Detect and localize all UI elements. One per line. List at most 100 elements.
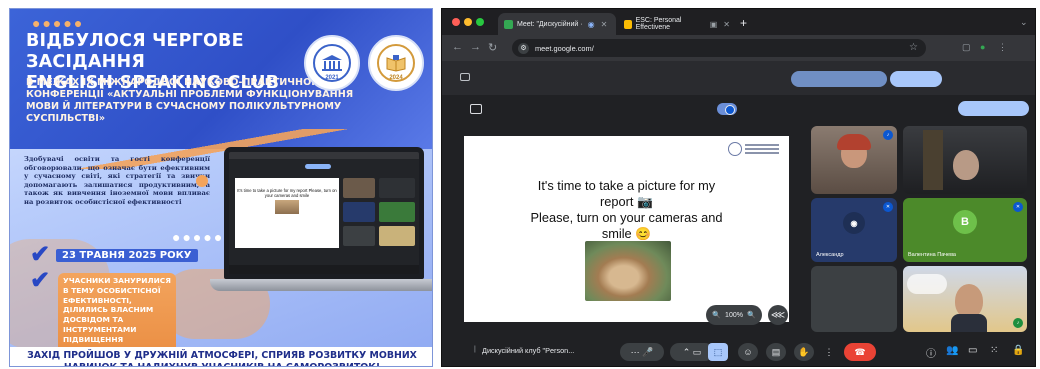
browser-toolbar: ← → ↻ ⚙ meet.google.com/ ☆ ▢ ● ⋮: [442, 35, 1035, 61]
people-icon[interactable]: 👥: [946, 345, 958, 356]
laptop-screen: It's time to take a picture for my repor…: [229, 152, 419, 274]
present-icon: ⬚: [713, 346, 723, 357]
result-row: ✔ УЧАСНИКИ ЗАНУРИЛИСЯ В ТЕМУ ОСОБИСТІСНО…: [30, 267, 176, 358]
participant-tile[interactable]: ♪: [811, 126, 897, 194]
panel-icon[interactable]: [460, 73, 470, 81]
zoom-in-icon[interactable]: 🔍: [747, 311, 756, 319]
presentation-icon[interactable]: [470, 104, 482, 114]
hangup-icon: ☎: [854, 346, 866, 357]
shared-slide: It's time to take a picture for my repor…: [464, 136, 789, 322]
tab-label: ESC: Personal Effectivene: [635, 17, 682, 31]
poster-subtitle: В МЕЖАХ ІХ МІЖНАРОДНОЇ НАУКОВО-ПРАКТИЧНО…: [26, 77, 354, 124]
emoji-icon: ☺: [743, 347, 753, 357]
club-seal-logo: 2024: [368, 35, 424, 91]
hand-icon: ✋: [798, 346, 810, 357]
mic-icon: ♪: [883, 130, 893, 140]
laptop-base: [210, 279, 432, 291]
presentation-action-button[interactable]: [958, 101, 1029, 116]
url-text: meet.google.com/: [535, 43, 594, 53]
tab-label: Meet: "Дискусійний ·: [517, 20, 583, 28]
chat-icon[interactable]: ▭: [968, 345, 977, 356]
close-window-button[interactable]: [452, 18, 460, 26]
raise-hand-button[interactable]: ✋: [794, 343, 814, 361]
profile-icon[interactable]: ●: [980, 42, 985, 52]
emblem-icon: [728, 142, 742, 156]
camera-icon: ▭: [692, 346, 702, 357]
seal-year: 2021: [325, 75, 339, 81]
extension-icon[interactable]: ▢: [962, 42, 971, 53]
date-row: ✔ 23 ТРАВНЯ 2025 РОКУ: [30, 241, 198, 268]
meet-top-bar: [442, 61, 1035, 95]
meet-controls: | Дискусійний клуб "Person... ⋯ 🎤 ⌃ ▭ ⬚ …: [442, 334, 1035, 366]
site-info-icon[interactable]: ⚙: [518, 42, 529, 54]
tab-meet[interactable]: Meet: "Дискусійний · ◉ ✕: [498, 13, 616, 35]
poster: ●●●●● ВІДБУЛОСЯ ЧЕРГОВЕ ЗАСІДАННЯ ENGLIS…: [9, 8, 433, 367]
participant-tile-empty: [811, 266, 897, 332]
maximize-window-button[interactable]: [476, 18, 484, 26]
chevron-up-icon: ⌃: [682, 346, 691, 357]
participant-tile[interactable]: [903, 126, 1027, 194]
decor-dot: [196, 175, 208, 187]
address-bar[interactable]: ⚙ meet.google.com/ ☆: [512, 39, 926, 57]
book-icon: [386, 55, 406, 72]
presentation-header: [464, 101, 1029, 121]
zoom-controls[interactable]: 🔍 100% 🔍: [706, 305, 762, 325]
building-icon: [322, 55, 342, 71]
poster-footer: ЗАХІД ПРОЙШОВ У ДРУЖНІЙ АТМОСФЕРІ, СПРИЯ…: [10, 347, 432, 366]
host-controls-icon[interactable]: 🔒: [1012, 345, 1024, 356]
forward-icon[interactable]: →: [470, 41, 481, 53]
participant-tile[interactable]: ◉ ✕ Александр: [811, 198, 897, 262]
seal-year: 2024: [389, 75, 403, 81]
reload-icon[interactable]: ↻: [488, 41, 497, 54]
mic-icon: 🎤: [642, 346, 654, 357]
tab-search-icon[interactable]: ⌄: [1020, 17, 1028, 28]
share-icon[interactable]: ⋘: [768, 305, 788, 325]
captions-button[interactable]: ▤: [766, 343, 786, 361]
activities-icon[interactable]: ⁙: [990, 345, 998, 356]
checkmark-icon: ✔: [30, 267, 51, 294]
muted-mic-icon: ✕: [1013, 202, 1023, 212]
more-button[interactable]: ⋮: [822, 343, 836, 361]
meet-header-pill: [890, 71, 942, 87]
more-options-icon: ⋯: [630, 346, 640, 357]
back-icon[interactable]: ←: [452, 41, 463, 53]
present-button[interactable]: ⬚: [708, 343, 728, 361]
checkmark-icon: ✔: [30, 241, 51, 268]
participant-name: Александр: [816, 252, 844, 258]
decor-dots: ●●●●●: [32, 15, 85, 31]
minimize-window-button[interactable]: [464, 18, 472, 26]
zoom-out-icon[interactable]: 🔍: [712, 311, 721, 319]
event-result: УЧАСНИКИ ЗАНУРИЛИСЯ В ТЕМУ ОСОБИСТІСНОЇ …: [58, 273, 176, 358]
participant-face: [953, 150, 979, 180]
tab-esc[interactable]: ESC: Personal Effectivene ▣ ✕: [618, 13, 736, 35]
new-tab-button[interactable]: +: [740, 16, 747, 30]
more-vert-icon: ⋮: [824, 346, 834, 357]
captions-icon: ▤: [771, 346, 781, 357]
audio-playing-icon: ◉: [587, 19, 595, 29]
info-icon[interactable]: ⓘ: [926, 345, 936, 360]
close-tab-icon[interactable]: ✕: [723, 20, 730, 29]
zoom-level: 100%: [725, 311, 743, 319]
bookmark-star-icon[interactable]: ☆: [909, 42, 918, 53]
tab-indicator-icon: ▣: [709, 19, 718, 29]
emoji-button[interactable]: ☺: [738, 343, 758, 361]
meeting-name: Дискусійний клуб "Person...: [482, 346, 575, 355]
university-seal-logo: 2021: [304, 35, 360, 91]
event-date: 23 ТРАВНЯ 2025 РОКУ: [56, 249, 198, 262]
slide-message: It's time to take a picture for my repor…: [530, 178, 723, 241]
leave-call-button[interactable]: ☎: [844, 343, 876, 361]
slide-rabbit-photo: [585, 241, 671, 301]
laptop-illustration: It's time to take a picture for my repor…: [210, 147, 432, 319]
close-tab-icon[interactable]: ✕: [601, 20, 608, 29]
tab-strip: Meet: "Дискусійний · ◉ ✕ ESC: Personal E…: [442, 9, 1035, 35]
participant-avatar: ◉: [843, 212, 865, 234]
meet-header-pill: [791, 71, 887, 87]
browser-window: Meet: "Дискусійний · ◉ ✕ ESC: Personal E…: [441, 8, 1036, 367]
participant-tile[interactable]: В ✕ Валентина Пачева: [903, 198, 1027, 262]
presentation-toggle[interactable]: [717, 103, 737, 115]
participant-tile[interactable]: ♪: [903, 266, 1027, 332]
slide-university-logo: [728, 142, 779, 156]
browser-menu-icon[interactable]: ⋮: [998, 42, 1007, 53]
stage: ●●●●● ВІДБУЛОСЯ ЧЕРГОВЕ ЗАСІДАННЯ ENGLIS…: [0, 0, 1040, 369]
mic-button[interactable]: ⋯ 🎤: [620, 343, 664, 361]
